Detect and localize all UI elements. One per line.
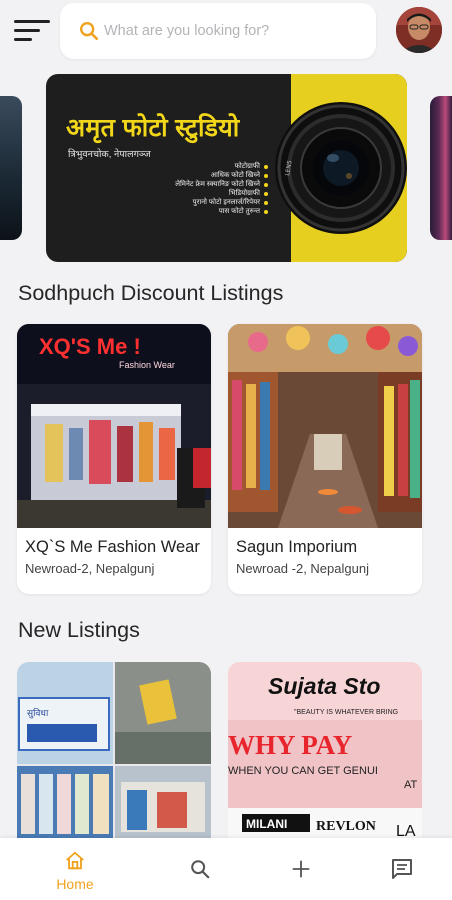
shop-sign-text: XQ'S Me ! [39,334,141,359]
section-title-new: New Listings [18,618,140,642]
search-icon [191,860,210,879]
menu-icon[interactable] [14,20,50,46]
search-input[interactable] [104,23,376,39]
shop-tagline: "BEAUTY IS WHATEVER BRING [294,709,398,716]
listing-card[interactable]: Sagun Imporium Newroad -2, Nepalgunj [228,324,422,594]
nav-messages[interactable] [362,838,442,900]
new-listing-card[interactable]: Sujata Sto "BEAUTY IS WHATEVER BRING WHY… [228,662,422,842]
nav-home-label: Home [56,876,94,892]
section-title-discount: Sodhpuch Discount Listings [18,281,284,305]
shop-sign-text: Sujata Sto [268,673,380,699]
carousel-next-slide[interactable] [430,96,452,240]
nav-home[interactable]: Home [35,838,115,900]
brand-logo: MILANI [246,817,287,831]
banner-service: आधिक फोटो खिच्ने [150,171,268,180]
promo-carousel[interactable]: अमृत फोटो स्टुडियो त्रिभुवनचोक, नेपालगञ्… [0,74,452,262]
avatar-photo [396,7,442,53]
listing-image: XQ'S Me ! Fashion Wear [17,324,211,528]
app-header [0,0,452,66]
banner-services: फोटोग्राफी आधिक फोटो खिच्ने लेमिनेट फ्रे… [150,162,268,216]
banner-subtitle: त्रिभुवनचोक, नेपालगञ्ज [68,149,151,160]
brand-logo: REVLON [316,819,376,834]
listing-image: सुविधा [17,662,211,842]
listing-image [228,324,422,528]
listing-name: XQ`S Me Fashion Wear [25,538,200,556]
banner-service: भिडियोग्राफी [150,189,268,198]
avatar[interactable] [396,7,442,53]
banner-service: फोटोग्राफी [150,162,268,171]
camera-lens-image: LEN5 [275,102,407,234]
carousel-prev-slide[interactable] [0,96,22,240]
listing-name: Sagun Imporium [236,538,358,556]
search-bar[interactable] [60,3,376,59]
plus-icon [292,860,310,878]
nav-add[interactable] [261,838,341,900]
shop-sign-sub: Fashion Wear [119,360,175,370]
banner-service: लेमिनेट फ्रेम स्क्यानिङ फोटो खिच्ने [150,180,268,189]
shop-sign-text: सुविधा [27,707,49,719]
shop-headline: WHY PAY [228,730,352,760]
banner-title: अमृत फोटो स्टुडियो [66,114,240,142]
chat-icon [392,859,412,879]
listing-address: Newroad -2, Nepalgunj [236,561,369,576]
shop-subtext: WHEN YOU CAN GET GENUI [228,765,378,777]
bottom-nav: Home [0,838,452,900]
banner-service: पास फोटो तुरुन्त [150,207,268,216]
nav-search[interactable] [160,838,240,900]
shop-subtext: AT [404,779,418,791]
listing-address: Newroad-2, Nepalgunj [25,561,155,576]
home-icon [66,851,84,870]
listing-image: Sujata Sto "BEAUTY IS WHATEVER BRING WHY… [228,662,422,842]
banner-service: पुरानो फोटो इनलार्ज/रिपेयर [150,198,268,207]
listing-card[interactable]: XQ'S Me ! Fashion Wear XQ`S Me Fashion W… [17,324,211,594]
new-listing-card[interactable]: सुविधा [17,662,211,842]
banner-amrit-photo-studio[interactable]: अमृत फोटो स्टुडियो त्रिभुवनचोक, नेपालगञ्… [46,74,407,262]
search-icon [80,22,99,41]
